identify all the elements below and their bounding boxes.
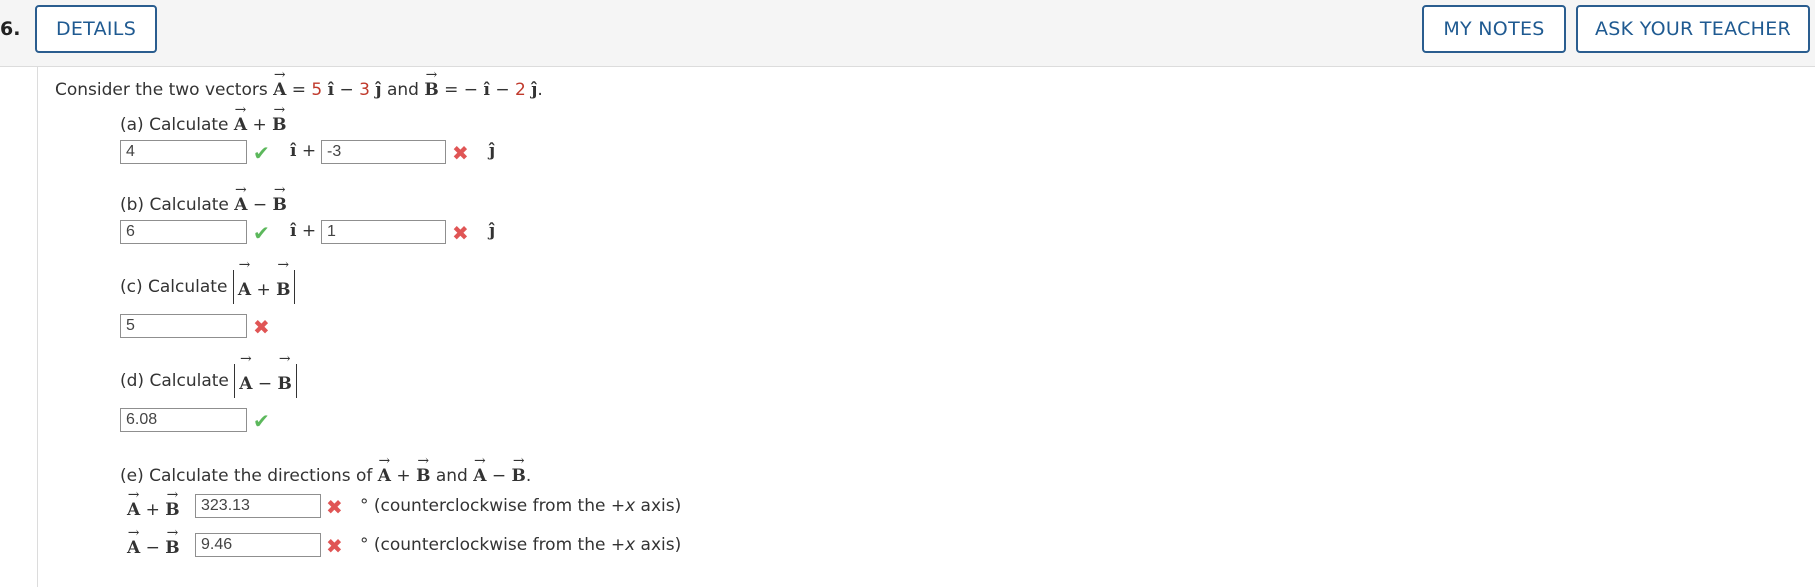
magnitude-bars: → A − → B	[234, 352, 297, 398]
part-b-prompt: (b) Calculate → A − → B	[120, 182, 287, 215]
part-b-ihat-label: î +	[290, 221, 317, 241]
part-d-check-icon: ✔	[253, 409, 270, 433]
part-a-i-input[interactable]: 4	[120, 140, 247, 164]
part-e-row1-label: → A + → B	[127, 487, 180, 520]
details-button[interactable]: DETAILS	[35, 5, 157, 53]
question-header: 6. DETAILS MY NOTES ASK YOUR TEACHER	[0, 0, 1815, 67]
problem-statement: Consider the two vectors → A = 5 î − 3 ĵ …	[55, 67, 543, 100]
part-a-ihat-label: î +	[290, 141, 317, 161]
question-number: 6.	[0, 18, 21, 40]
vector-A: → A	[273, 67, 287, 100]
part-a-jhat-label: ĵ	[489, 141, 496, 161]
part-b-jhat-label: ĵ	[489, 221, 496, 241]
part-d-input[interactable]: 6.08	[120, 408, 247, 432]
part-a-j-cross-icon: ✖	[452, 141, 469, 165]
part-e-row1-unit: ° (counterclockwise from the +x axis)	[360, 496, 682, 516]
part-c-cross-icon: ✖	[253, 315, 270, 339]
part-d-prompt: (d) Calculate → A − → B	[120, 352, 297, 398]
part-b-i-check-icon: ✔	[253, 221, 270, 245]
A-j-coefficient: 3	[359, 80, 370, 100]
magnitude-bars: → A + → B	[232, 258, 296, 304]
part-e-prompt: (e) Calculate the directions of → A + → B …	[120, 453, 532, 486]
ask-your-teacher-button[interactable]: ASK YOUR TEACHER	[1576, 5, 1810, 53]
part-e-row2-unit: ° (counterclockwise from the +x axis)	[360, 535, 682, 555]
part-a-i-check-icon: ✔	[253, 141, 270, 165]
my-notes-button[interactable]: MY NOTES	[1422, 5, 1566, 53]
part-e-row2-label: → A − → B	[127, 525, 180, 558]
part-a-prompt: (a) Calculate → A + → B	[120, 102, 287, 135]
part-e-difference-cross-icon: ✖	[326, 534, 343, 558]
part-b-j-input[interactable]: 1	[321, 220, 446, 244]
part-c-prompt: (c) Calculate → A + → B	[120, 258, 296, 304]
A-i-coefficient: 5	[311, 80, 323, 100]
B-j-coefficient: 2	[514, 80, 526, 100]
vector-B: → B	[424, 67, 439, 100]
part-e-difference-direction-input[interactable]: 9.46	[195, 533, 321, 557]
part-e-sum-cross-icon: ✖	[326, 495, 343, 519]
part-b-j-cross-icon: ✖	[452, 221, 469, 245]
part-e-sum-direction-input[interactable]: 323.13	[195, 494, 321, 518]
part-b-i-input[interactable]: 6	[120, 220, 247, 244]
question-body-rule	[37, 67, 38, 587]
part-c-input[interactable]: 5	[120, 314, 247, 338]
part-a-j-input[interactable]: -3	[321, 140, 446, 164]
